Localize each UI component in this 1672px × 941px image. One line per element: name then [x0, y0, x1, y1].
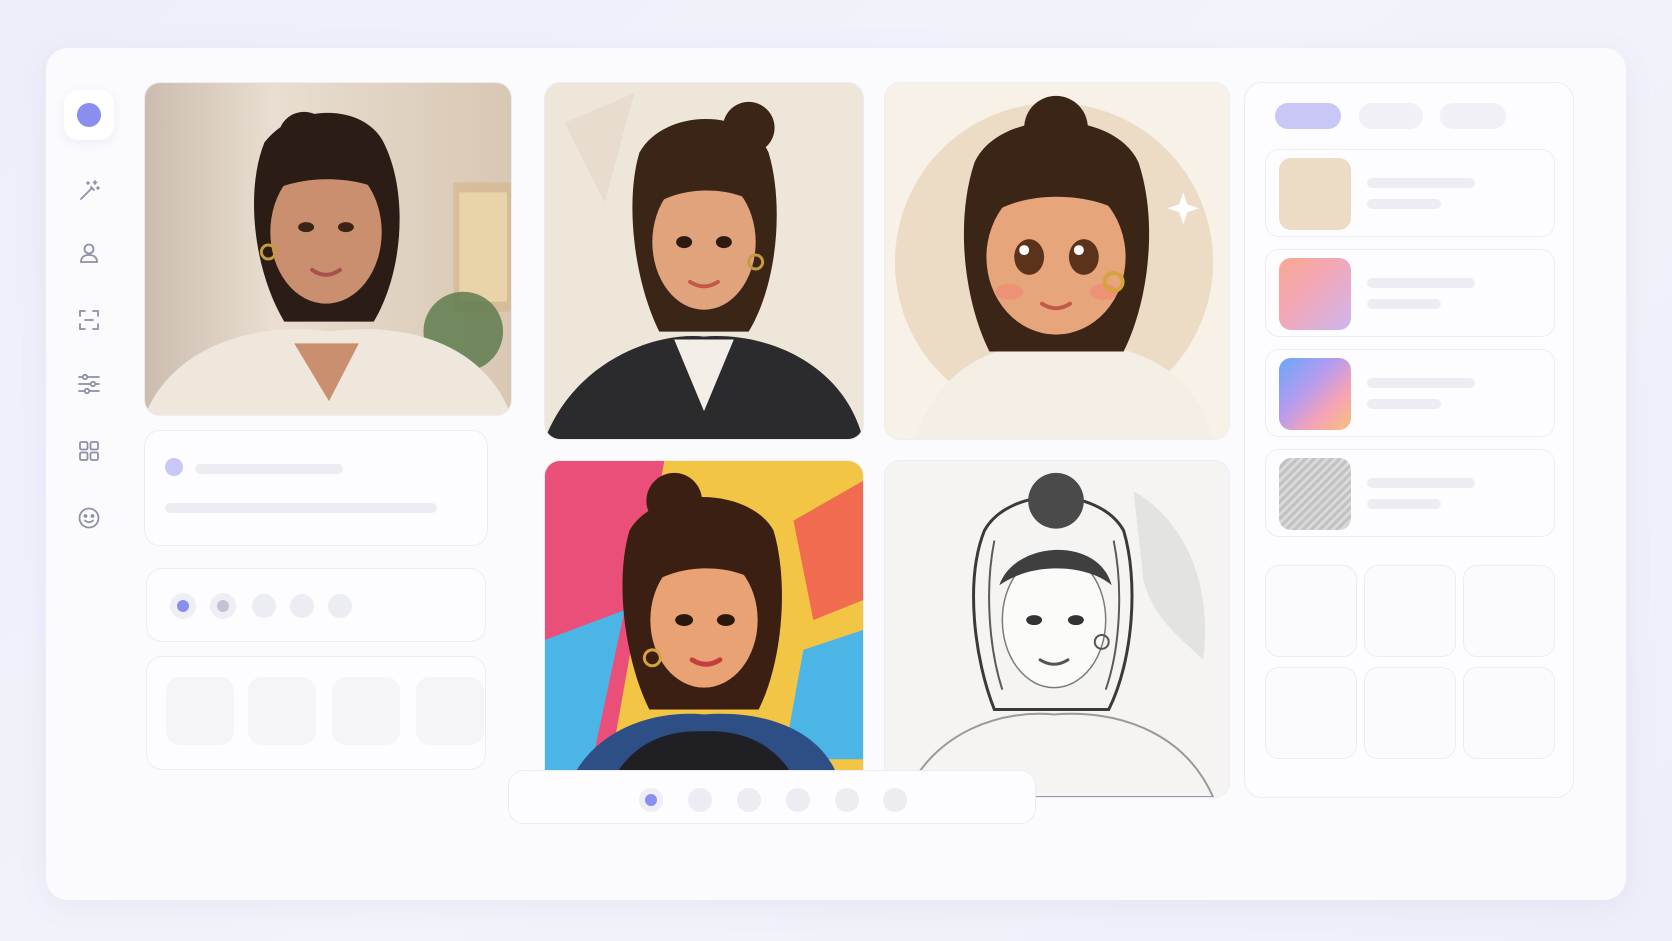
pager-dot-3[interactable] [737, 788, 761, 812]
info-dot [165, 458, 183, 476]
option-dot-1[interactable] [170, 593, 196, 619]
pager-dot-1[interactable] [639, 788, 663, 812]
result-sketch-image [885, 461, 1229, 797]
logo-dot [77, 103, 101, 127]
face-icon[interactable] [72, 501, 106, 535]
pager-dot-2[interactable] [688, 788, 712, 812]
result-chibi[interactable] [884, 82, 1230, 440]
option-tile-4[interactable] [1265, 667, 1357, 759]
style-title-placeholder [1367, 178, 1475, 188]
preset-tile-1[interactable] [166, 677, 234, 745]
source-photo-image [145, 83, 511, 415]
option-tile-1[interactable] [1265, 565, 1357, 657]
user-icon[interactable] [72, 236, 106, 270]
pager-dot-6[interactable] [883, 788, 907, 812]
style-item-warm-gradient[interactable] [1265, 249, 1555, 337]
style-title-placeholder [1367, 478, 1475, 488]
preset-tiles-card [146, 656, 486, 770]
grid-icon[interactable] [72, 434, 106, 468]
option-tile-3[interactable] [1463, 565, 1555, 657]
app-logo[interactable] [64, 90, 114, 140]
style-swatch-beige [1279, 158, 1351, 230]
result-illustrated-image [545, 83, 863, 439]
option-dot-3[interactable] [252, 594, 276, 618]
result-pop-art-image [545, 461, 863, 797]
option-dot-2[interactable] [210, 593, 236, 619]
option-dot-4[interactable] [290, 594, 314, 618]
option-tile-2[interactable] [1364, 565, 1456, 657]
pager-dot-4[interactable] [786, 788, 810, 812]
pager-dot-5[interactable] [835, 788, 859, 812]
preset-tile-4[interactable] [416, 677, 484, 745]
style-item-beige[interactable] [1265, 149, 1555, 237]
result-chibi-image [885, 83, 1229, 439]
preset-tile-2[interactable] [248, 677, 316, 745]
app-window [46, 48, 1626, 900]
option-dot-5[interactable] [328, 594, 352, 618]
style-title-placeholder [1367, 378, 1475, 388]
info-card [144, 430, 488, 546]
option-dots-card [146, 568, 486, 642]
style-subtitle-placeholder [1367, 499, 1441, 509]
tab-1[interactable] [1275, 103, 1341, 129]
style-panel [1244, 82, 1574, 798]
result-sketch[interactable] [884, 460, 1230, 798]
style-item-rainbow-gradient[interactable] [1265, 349, 1555, 437]
style-subtitle-placeholder [1367, 299, 1441, 309]
style-swatch-rainbow-gradient [1279, 358, 1351, 430]
style-swatch-sketch [1279, 458, 1351, 530]
preset-tile-3[interactable] [332, 677, 400, 745]
result-pager [508, 770, 1036, 824]
option-tile-5[interactable] [1364, 667, 1456, 759]
result-pop-art[interactable] [544, 460, 864, 798]
style-swatch-warm-gradient [1279, 258, 1351, 330]
sliders-icon[interactable] [72, 367, 106, 401]
crop-icon[interactable] [72, 303, 106, 337]
style-item-sketch[interactable] [1265, 449, 1555, 537]
tab-2[interactable] [1359, 103, 1423, 129]
style-subtitle-placeholder [1367, 199, 1441, 209]
info-text-placeholder [165, 503, 437, 513]
style-subtitle-placeholder [1367, 399, 1441, 409]
style-title-placeholder [1367, 278, 1475, 288]
result-illustrated[interactable] [544, 82, 864, 440]
option-tile-6[interactable] [1463, 667, 1555, 759]
tab-3[interactable] [1440, 103, 1506, 129]
source-photo[interactable] [144, 82, 512, 416]
magic-wand-icon[interactable] [72, 174, 106, 208]
info-title-placeholder [195, 464, 343, 474]
